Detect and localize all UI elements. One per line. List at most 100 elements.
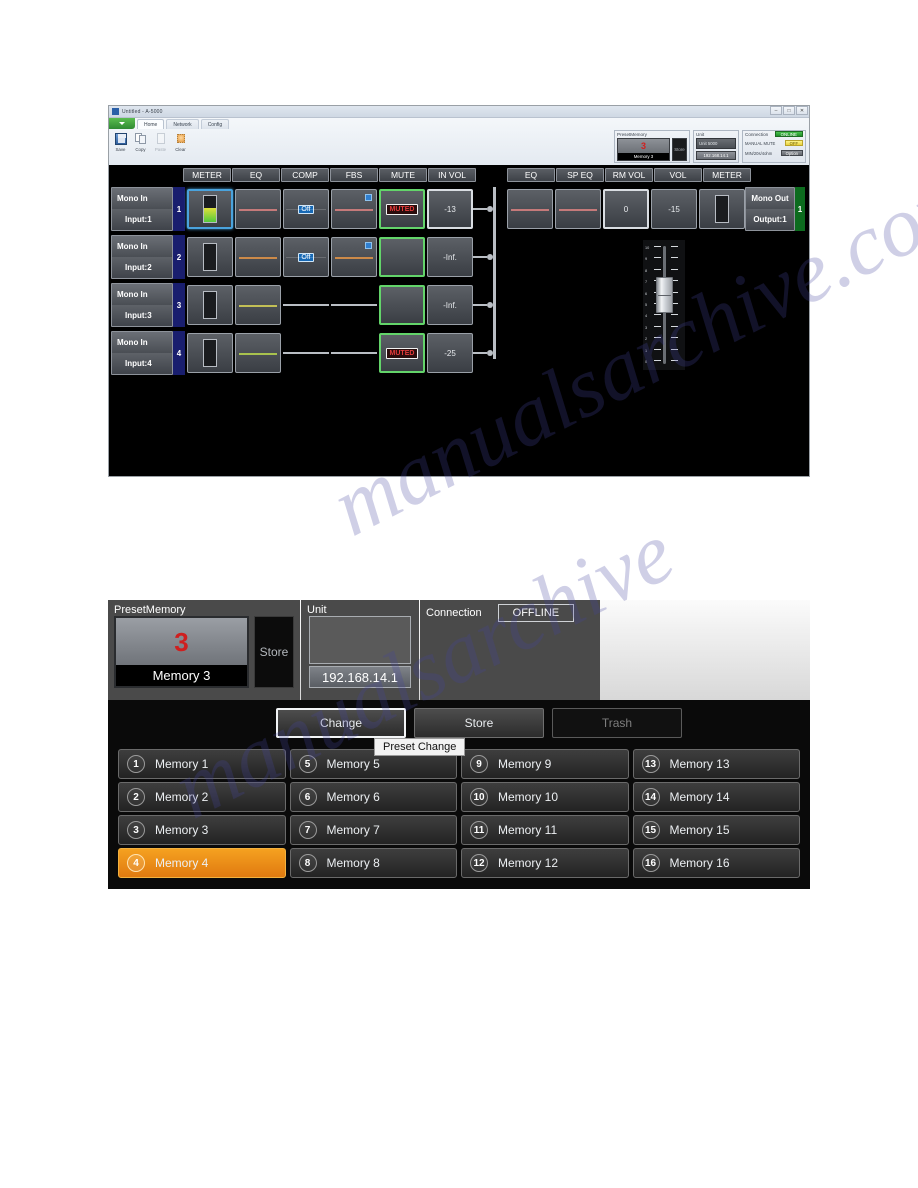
tab-network[interactable]: Network bbox=[166, 119, 199, 129]
panel-current-preset-button[interactable]: 3 Memory 3 bbox=[114, 616, 249, 688]
memory-slot-13[interactable]: 13 Memory 13 bbox=[632, 749, 800, 779]
in-vol-cell[interactable]: -Inf. bbox=[427, 285, 473, 325]
store-button[interactable]: Store bbox=[414, 708, 544, 738]
channel-label-3[interactable]: Mono In Input:3 bbox=[111, 283, 173, 327]
signal-link bbox=[331, 304, 377, 306]
eq-cell[interactable] bbox=[235, 189, 281, 229]
memory-slot-15[interactable]: 15 Memory 15 bbox=[632, 815, 800, 845]
memory-slot-11[interactable]: 11 Memory 11 bbox=[461, 815, 629, 845]
column-header-rm-vol[interactable]: RM VOL bbox=[605, 168, 653, 182]
ribbon-store-button[interactable]: Store bbox=[672, 138, 687, 161]
rm-vol-value: 0 bbox=[623, 204, 629, 214]
meter-cell[interactable] bbox=[187, 189, 233, 229]
eq-cell[interactable] bbox=[235, 237, 281, 277]
column-header-fbs[interactable]: FBS bbox=[330, 168, 378, 182]
in-vol-cell[interactable]: -25 bbox=[427, 333, 473, 373]
column-header-vol[interactable]: VOL bbox=[654, 168, 702, 182]
change-button[interactable]: Change bbox=[276, 708, 406, 738]
fader-knob[interactable] bbox=[656, 276, 673, 313]
out-eq-cell[interactable] bbox=[507, 189, 553, 229]
tab-home[interactable]: Home bbox=[137, 119, 165, 129]
memory-slot-4[interactable]: 4 Memory 4 bbox=[118, 848, 286, 878]
offline-status-badge[interactable]: OFFLINE bbox=[497, 604, 575, 622]
meter-cell[interactable] bbox=[187, 285, 233, 325]
output-label[interactable]: Mono Out Output:1 bbox=[745, 187, 795, 231]
comp-cell-empty bbox=[283, 285, 329, 325]
column-header-sp-eq[interactable]: SP EQ bbox=[556, 168, 604, 182]
memory-slot-number: 3 bbox=[127, 821, 145, 839]
channel-number: 2 bbox=[173, 235, 185, 279]
ribbon-unit-ip[interactable]: 192.168.14.1 bbox=[696, 151, 736, 160]
column-header-mute[interactable]: MUTE bbox=[379, 168, 427, 182]
memory-slot-6[interactable]: 6 Memory 6 bbox=[289, 782, 457, 812]
save-button[interactable]: Save bbox=[112, 131, 129, 152]
sp-eq-cell[interactable] bbox=[555, 189, 601, 229]
clear-button[interactable]: Clear bbox=[172, 131, 189, 152]
close-button[interactable]: ✕ bbox=[796, 106, 808, 115]
memory-slot-7[interactable]: 7 Memory 7 bbox=[289, 815, 457, 845]
column-header-out-meter[interactable]: METER bbox=[703, 168, 751, 182]
panel-unit-ip[interactable]: 192.168.14.1 bbox=[309, 666, 411, 688]
memory-slot-8[interactable]: 8 Memory 8 bbox=[289, 848, 457, 878]
fader-tick: 4 bbox=[645, 314, 678, 318]
maximize-button[interactable]: □ bbox=[783, 106, 795, 115]
memory-slot-10[interactable]: 10 Memory 10 bbox=[461, 782, 629, 812]
application-menu-button[interactable] bbox=[109, 118, 135, 129]
memory-slot-2[interactable]: 2 Memory 2 bbox=[118, 782, 286, 812]
column-header-in-vol[interactable]: IN VOL bbox=[428, 168, 476, 182]
tab-config[interactable]: Config bbox=[200, 119, 230, 129]
rm-vol-cell[interactable]: 0 bbox=[603, 189, 649, 229]
memory-slot-9[interactable]: 9 Memory 9 bbox=[461, 749, 629, 779]
mute-cell[interactable]: MUTED bbox=[379, 333, 425, 373]
channel-type: Mono In bbox=[112, 284, 172, 305]
option-badge[interactable]: Option bbox=[780, 149, 803, 157]
memory-slot-14[interactable]: 14 Memory 14 bbox=[632, 782, 800, 812]
meter-cell[interactable] bbox=[187, 237, 233, 277]
in-vol-cell[interactable]: -Inf. bbox=[427, 237, 473, 277]
panel-store-button[interactable]: Store bbox=[254, 616, 294, 688]
fbs-cell[interactable] bbox=[331, 189, 377, 229]
eq-cell[interactable] bbox=[235, 285, 281, 325]
memory-slot-number: 13 bbox=[641, 755, 660, 773]
preset-action-bar: Change Store Trash Preset Change bbox=[108, 700, 810, 756]
mute-cell[interactable] bbox=[379, 237, 425, 277]
channel-label-1[interactable]: Mono In Input:1 bbox=[111, 187, 173, 231]
memory-slot-number: 14 bbox=[641, 788, 660, 806]
eq-cell[interactable] bbox=[235, 333, 281, 373]
vol-cell[interactable]: -15 bbox=[651, 189, 697, 229]
memory-slot-1[interactable]: 1 Memory 1 bbox=[118, 749, 286, 779]
eq-curve bbox=[239, 305, 277, 307]
memory-slot-number: 1 bbox=[127, 755, 145, 773]
column-header-meter[interactable]: METER bbox=[183, 168, 231, 182]
channel-label-4[interactable]: Mono In Input:4 bbox=[111, 331, 173, 375]
column-header-comp[interactable]: COMP bbox=[281, 168, 329, 182]
in-vol-cell[interactable]: -13 bbox=[427, 189, 473, 229]
column-header-out-eq[interactable]: EQ bbox=[507, 168, 555, 182]
memory-slot-grid: 1 Memory 1 5 Memory 5 9 Memory 9 13 Memory 13 2 M… bbox=[108, 746, 810, 889]
fbs-cell[interactable] bbox=[331, 237, 377, 277]
fader-tick: 9 bbox=[645, 257, 678, 261]
comp-cell[interactable]: Off bbox=[283, 237, 329, 277]
level-meter bbox=[203, 339, 217, 367]
memory-slot-number: 12 bbox=[470, 854, 488, 872]
memory-slot-name: Memory 9 bbox=[498, 757, 552, 771]
output-name: Output:1 bbox=[746, 209, 794, 230]
comp-cell[interactable]: Off bbox=[283, 189, 329, 229]
ribbon-unit-pane: Unit Unit 5000 192.168.14.1 bbox=[693, 130, 739, 163]
mute-cell[interactable] bbox=[379, 285, 425, 325]
meter-cell[interactable] bbox=[187, 333, 233, 373]
memory-slot-12[interactable]: 12 Memory 12 bbox=[461, 848, 629, 878]
manual-mute-badge[interactable]: OFF bbox=[784, 139, 803, 147]
channel-label-2[interactable]: Mono In Input:2 bbox=[111, 235, 173, 279]
memory-slot-3[interactable]: 3 Memory 3 bbox=[118, 815, 286, 845]
panel-preset-section: PresetMemory 3 Memory 3 Store bbox=[108, 600, 300, 700]
output-volume-fader[interactable]: 10 9 8 7 6 5 4 3 2 1 0 bbox=[643, 240, 685, 370]
out-meter-cell[interactable] bbox=[699, 189, 745, 229]
memory-slot-16[interactable]: 16 Memory 16 bbox=[632, 848, 800, 878]
column-header-eq[interactable]: EQ bbox=[232, 168, 280, 182]
copy-button[interactable]: Copy bbox=[132, 131, 149, 152]
ribbon-preset-button[interactable]: 3 Memory 3 bbox=[617, 138, 670, 161]
minimize-button[interactable]: – bbox=[770, 106, 782, 115]
mute-cell[interactable]: MUTED bbox=[379, 189, 425, 229]
fader-tick-label: 6 bbox=[645, 291, 648, 296]
